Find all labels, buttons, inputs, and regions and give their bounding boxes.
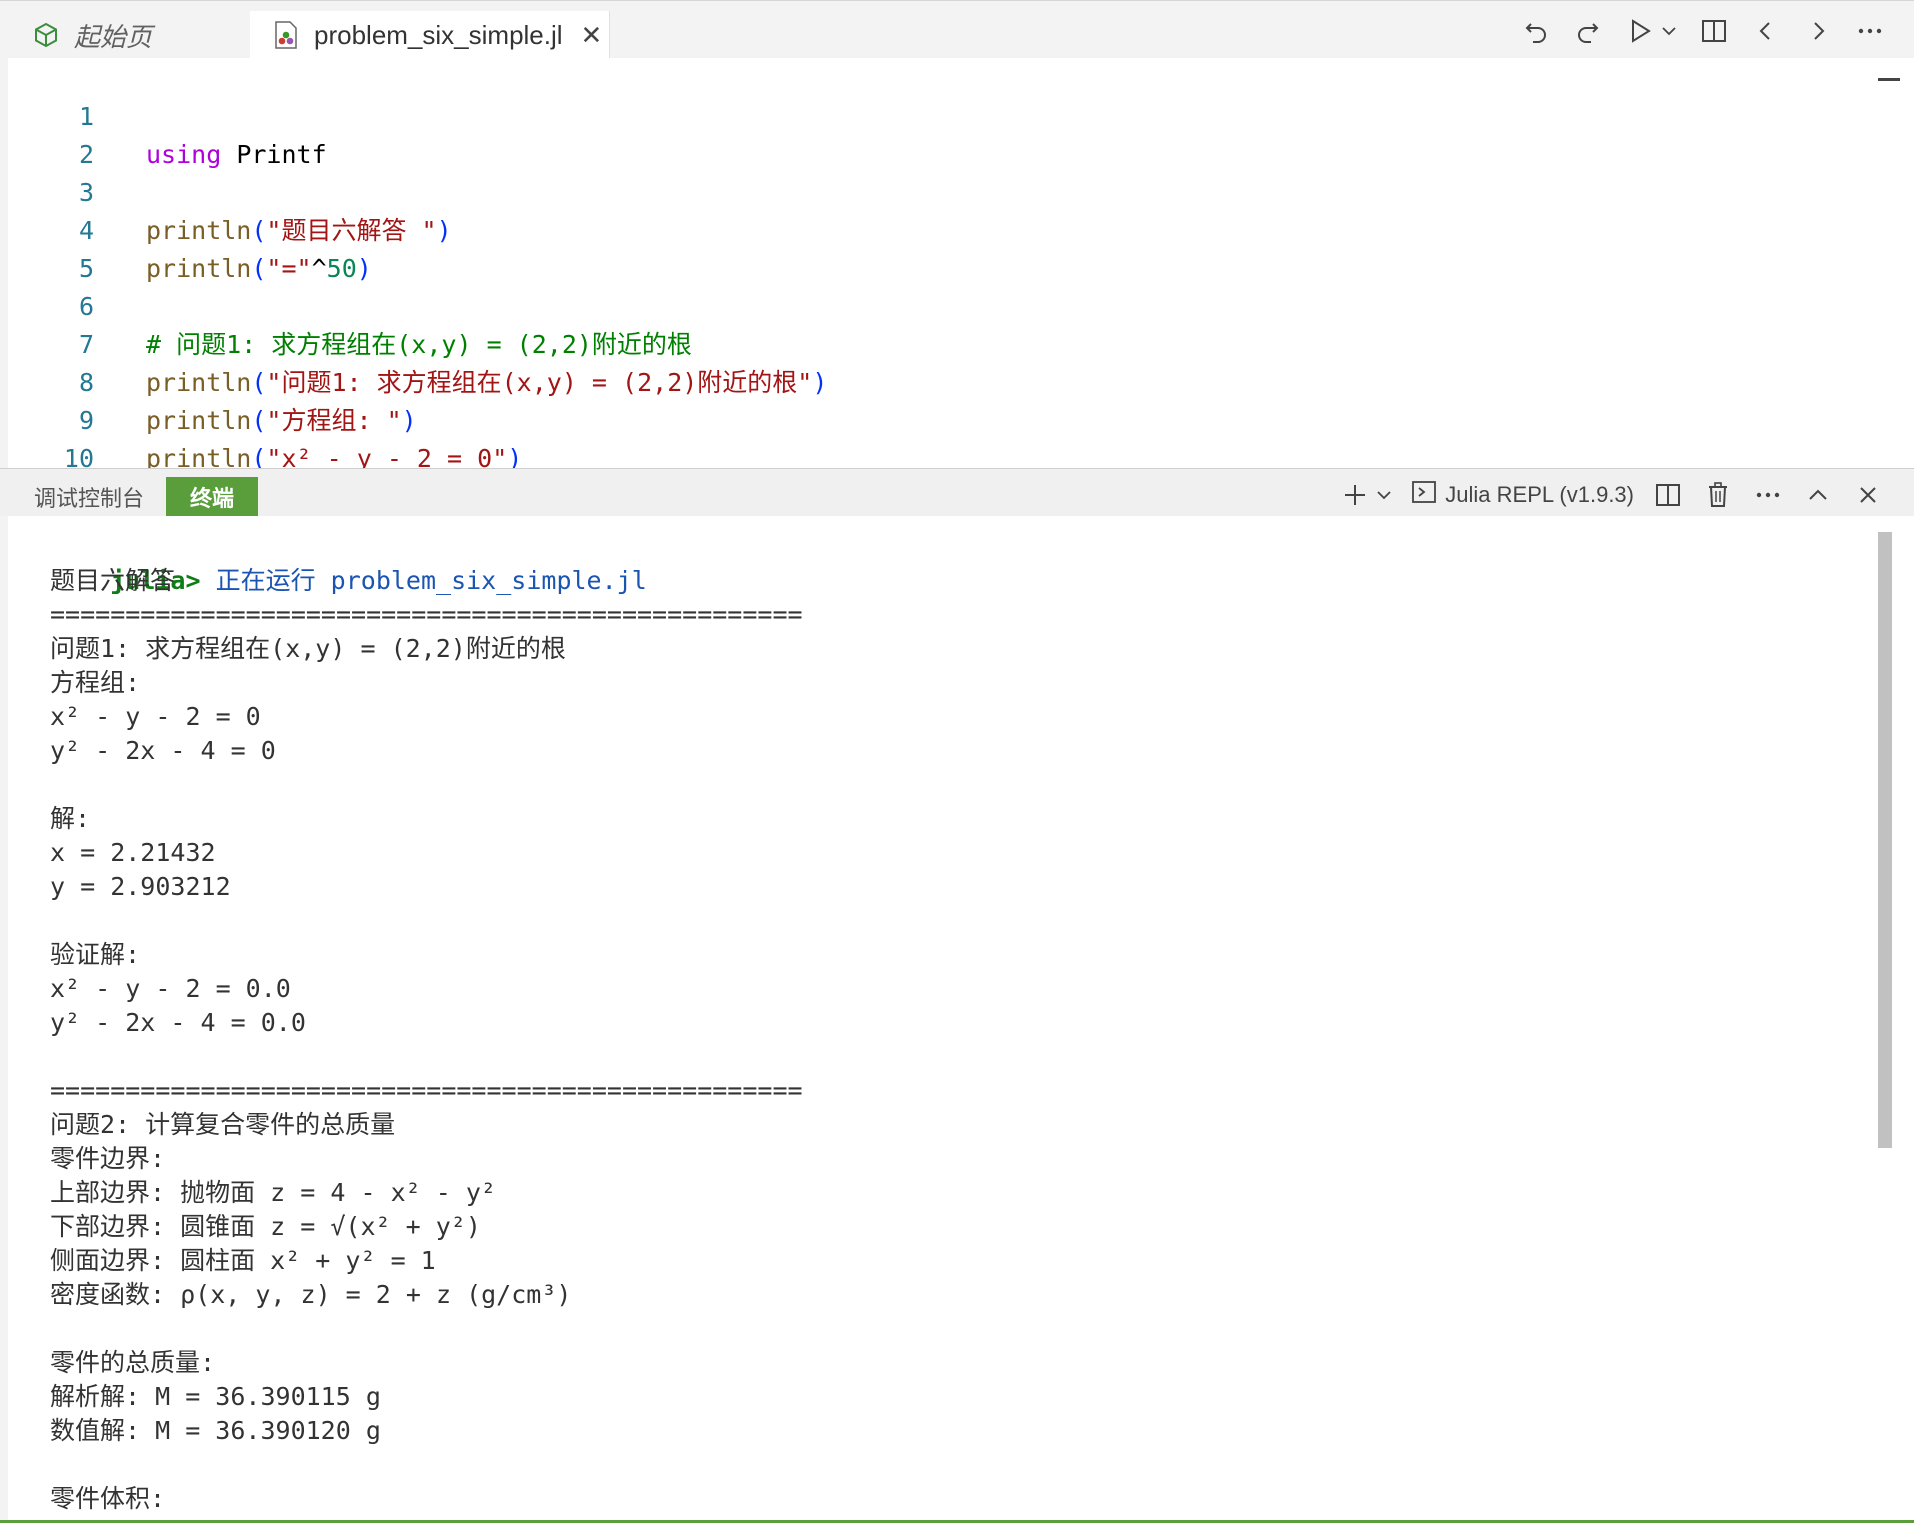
terminal-line: 数值解: M = 36.390120 g [50, 1416, 381, 1445]
terminal-prompt-line: julia> 正在运行 problem_six_simple.jl [50, 530, 647, 595]
terminal-line: 下部边界: 圆锥面 z = √(x² + y²) [50, 1212, 481, 1241]
terminal-line: 解析解: M = 36.390115 g [50, 1382, 381, 1411]
code-line: 3 println("题目六解答 ") [12, 136, 1900, 245]
terminal-icon [1411, 479, 1437, 511]
code-line: 6 # 问题1: 求方程组在(x,y) = (2,2)附近的根 [12, 250, 1900, 359]
panel-header: 调试控制台 终端 Julia REPL (v1.9.3) [0, 468, 1914, 517]
code-line: 8 println("方程组: ") [12, 326, 1900, 435]
trash-icon[interactable] [1702, 479, 1734, 511]
code-line: 11 println() [12, 440, 1900, 468]
julia-file-icon [272, 21, 300, 49]
terminal-line: ========================================… [50, 600, 803, 629]
terminal-line: 侧面边界: 圆柱面 x² + y² = 1 [50, 1246, 436, 1275]
terminal-line: 零件的总质量: [50, 1348, 216, 1377]
window-left-edge [0, 58, 8, 1523]
close-panel-icon[interactable] [1852, 479, 1884, 511]
terminal-line: 密度函数: ρ(x, y, z) = 2 + z (g/cm³) [50, 1280, 572, 1309]
tab-file-label: problem_six_simple.jl [314, 19, 563, 50]
maximize-panel-chevron-up-icon[interactable] [1802, 479, 1834, 511]
tab-problem-six-simple[interactable]: problem_six_simple.jl ✕ [250, 11, 610, 59]
code-editor[interactable]: 1 using Printf 2 3 println("题目六解答 ") 4 p… [12, 58, 1900, 468]
terminal-output[interactable]: julia> 正在运行 problem_six_simple.jl 题目六解答 … [12, 516, 1900, 1520]
running-text: 正在运行 [215, 566, 316, 595]
terminal-line: 方程组: [50, 668, 141, 697]
split-terminal-icon[interactable] [1652, 479, 1684, 511]
code-line: 7 println("问题1: 求方程组在(x,y) = (2,2)附近的根") [12, 288, 1900, 397]
code-line: 2 [12, 98, 1900, 169]
ellipsis-icon[interactable] [1854, 15, 1886, 47]
terminal-selector[interactable]: Julia REPL (v1.9.3) [1411, 479, 1634, 511]
overview-ruler-mark [1878, 78, 1900, 81]
code-line: 9 println("x² - y - 2 = 0") [12, 364, 1900, 468]
terminal-line: x² - y - 2 = 0.0 [50, 974, 291, 1003]
terminal-line: 零件边界: [50, 1144, 166, 1173]
editor-tab-bar: 起始页 problem_six_simple.jl ✕ [0, 0, 1914, 59]
chevron-right-icon[interactable] [1802, 15, 1834, 47]
running-file: problem_six_simple.jl [330, 566, 647, 595]
welcome-cube-icon [32, 21, 60, 49]
terminal-line: 问题2: 计算复合零件的总质量 [50, 1110, 396, 1139]
ellipsis-icon[interactable] [1752, 479, 1784, 511]
code-line: 4 println("="^50) [12, 174, 1900, 283]
split-editor-icon[interactable] [1698, 15, 1730, 47]
code-line: 5 [12, 212, 1900, 283]
panel-actions: Julia REPL (v1.9.3) [1339, 477, 1884, 513]
terminal-line: 题目六解答 [50, 566, 176, 595]
close-tab-icon[interactable]: ✕ [581, 20, 603, 51]
chevron-down-icon[interactable] [1660, 15, 1678, 47]
terminal-line: y = 2.903212 [50, 872, 231, 901]
new-terminal-plus-icon[interactable] [1339, 479, 1371, 511]
undo-icon[interactable] [1520, 15, 1552, 47]
terminal-line: 上部边界: 抛物面 z = 4 - x² - y² [50, 1178, 496, 1207]
terminal-scrollbar[interactable] [1878, 532, 1892, 1148]
tab-debug-console[interactable]: 调试控制台 [34, 477, 144, 517]
repl-label: Julia REPL (v1.9.3) [1445, 482, 1634, 507]
tab-terminal[interactable]: 终端 [166, 477, 259, 517]
code-line: 1 using Printf [12, 60, 1900, 169]
terminal-line: y² - 2x - 4 = 0.0 [50, 1008, 306, 1037]
terminal-line: 解: [50, 804, 91, 833]
editor-actions [1520, 15, 1886, 47]
tab-welcome-label: 起始页 [74, 21, 153, 52]
terminal-line: y² - 2x - 4 = 0 [50, 736, 276, 765]
chevron-left-icon[interactable] [1750, 15, 1782, 47]
tab-welcome[interactable]: 起始页 [24, 11, 250, 59]
code-line: 10 println("y² - 2x - 4 = 0") [12, 402, 1900, 468]
terminal-line: x² - y - 2 = 0 [50, 702, 261, 731]
terminal-line: 验证解: [50, 940, 141, 969]
run-icon[interactable] [1624, 15, 1656, 47]
terminal-line: 零件体积: [50, 1484, 166, 1513]
terminal-line: ========================================… [50, 1076, 803, 1105]
terminal-line: x = 2.21432 [50, 838, 216, 867]
terminal-line: 问题1: 求方程组在(x,y) = (2,2)附近的根 [50, 634, 566, 663]
redo-icon[interactable] [1572, 15, 1604, 47]
chevron-down-icon[interactable] [1375, 479, 1393, 511]
